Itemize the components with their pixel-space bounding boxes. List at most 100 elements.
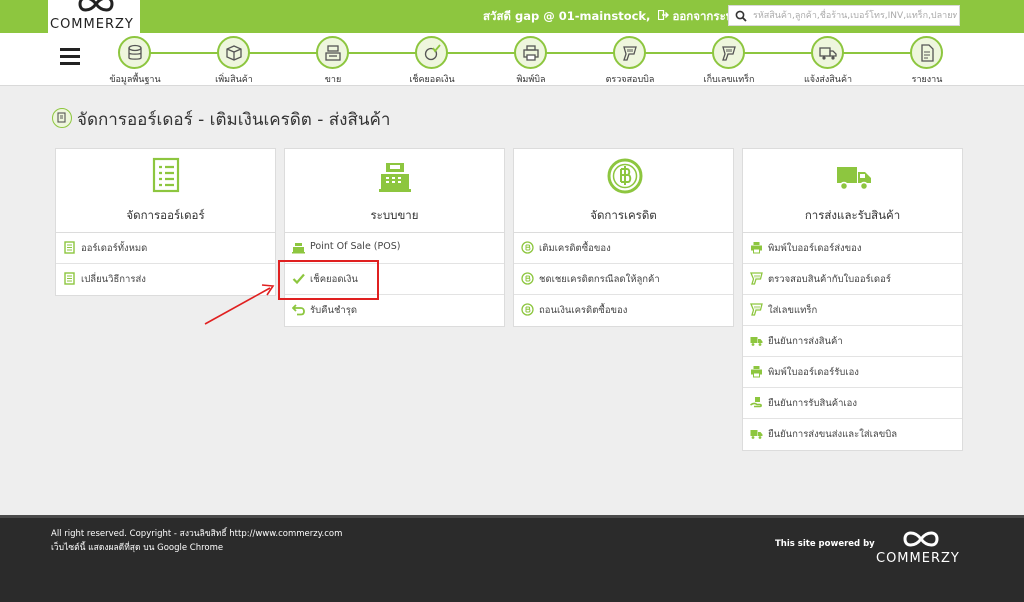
- cash-register-icon: [379, 163, 411, 192]
- cash-register-icon: [292, 243, 305, 254]
- document-list-icon: [152, 157, 180, 193]
- nav-label: รายงาน: [911, 75, 943, 85]
- truck-icon: [819, 47, 837, 60]
- truck-icon: [837, 167, 871, 191]
- copyright-text: All right reserved. Copyright - สงวนลิขส…: [51, 529, 343, 539]
- card-row-label: ยืนยันการส่งสินค้า: [768, 336, 843, 347]
- card-row-topup-credit[interactable]: เติมเครดิตซื้อของ: [514, 233, 733, 264]
- nav-label: เก็บเลขแทร็ก: [703, 75, 755, 85]
- barcode-scanner-icon: [623, 46, 637, 61]
- page-title: จัดการออร์เดอร์ - เติมเงินเครดิต - ส่งสิ…: [77, 110, 391, 130]
- truck-icon: [750, 430, 763, 439]
- card-row-label: ใส่เลขแทร็ก: [768, 305, 818, 316]
- money-check-icon: [424, 44, 441, 61]
- user-greeting: สวัสดี gap @ 01-mainstock, ออกจากระบบ: [483, 8, 740, 26]
- main-nav: ข้อมูลพื้นฐาน เพิ่มสินค้า ขาย เช็คยอดเงิ…: [0, 33, 1024, 86]
- card-row-label: ถอนเงินเครดิตซื้อของ: [539, 305, 628, 316]
- baht-coin-icon: [521, 241, 534, 254]
- barcode-scanner-icon: [750, 303, 763, 316]
- nav-label: ข้อมูลพื้นฐาน: [109, 75, 161, 85]
- footer-logo[interactable]: COMMERZY: [876, 528, 966, 568]
- footer-logo-text: COMMERZY: [876, 551, 960, 566]
- card-sales-system: ระบบขาย Point Of Sale (POS) เช็คยอดเงิน …: [284, 148, 505, 327]
- barcode-scanner-icon: [750, 272, 763, 285]
- card-order-management: จัดการออร์เดอร์ ออร์เดอร์ทั้งหมด เปลี่ยน…: [55, 148, 276, 296]
- baht-coin-icon: [607, 158, 643, 194]
- card-row-compensate-credit[interactable]: ชดเชยเครดิตกรณีลดให้ลูกค้า: [514, 264, 733, 295]
- powered-by-text: This site powered by: [775, 539, 875, 549]
- card-row-label: พิมพ์ใบออร์เดอร์ส่งของ: [768, 243, 862, 254]
- nav-item-verify-bill[interactable]: ตรวจสอบบิล: [590, 36, 670, 86]
- card-row-enter-tracking[interactable]: ใส่เลขแทร็ก: [743, 295, 962, 326]
- baht-coin-icon: [521, 272, 534, 285]
- return-icon: [292, 304, 305, 316]
- search-icon: [735, 10, 747, 22]
- card-title: ระบบขาย: [370, 208, 419, 222]
- card-row-withdraw-credit[interactable]: ถอนเงินเครดิตซื้อของ: [514, 295, 733, 326]
- footer: All right reserved. Copyright - สงวนลิขส…: [0, 515, 1024, 602]
- card-row-label: เติมเครดิตซื้อของ: [539, 243, 611, 254]
- nav-item-sell[interactable]: ขาย: [293, 36, 373, 86]
- infinity-logo-icon: [78, 0, 114, 12]
- card-shipping-receiving: การส่งและรับสินค้า พิมพ์ใบออร์เดอร์ส่งขอ…: [742, 148, 963, 451]
- logo[interactable]: COMMERZY: [48, 0, 140, 33]
- card-row-label: ออร์เดอร์ทั้งหมด: [81, 243, 148, 254]
- card-row-verify-products[interactable]: ตรวจสอบสินค้ากับใบออร์เดอร์: [743, 264, 962, 295]
- nav-label: เช็คยอดเงิน: [409, 75, 455, 85]
- infinity-logo-icon: [903, 531, 939, 547]
- card-row-confirm-carrier-bill[interactable]: ยืนยันการส่งขนส่งและใส่เลขบิล: [743, 419, 962, 450]
- card-row-confirm-self-pickup[interactable]: ยืนยันการรับสินค้าเอง: [743, 388, 962, 419]
- card-row-print-shipping-order[interactable]: พิมพ์ใบออร์เดอร์ส่งของ: [743, 233, 962, 264]
- nav-label: พิมพ์บิล: [516, 75, 546, 85]
- card-row-print-pickup-order[interactable]: พิมพ์ใบออร์เดอร์รับเอง: [743, 357, 962, 388]
- cash-register-icon: [325, 45, 341, 61]
- nav-item-report[interactable]: รายงาน: [887, 36, 967, 86]
- nav-item-notify-shipping[interactable]: แจ้งส่งสินค้า: [788, 36, 868, 86]
- card-title: การส่งและรับสินค้า: [804, 208, 901, 222]
- card-row-label: ยืนยันการส่งขนส่งและใส่เลขบิล: [768, 429, 898, 440]
- hand-box-icon: [750, 397, 762, 408]
- document-icon: [64, 272, 75, 285]
- menu-icon[interactable]: [60, 48, 80, 66]
- printer-icon: [751, 242, 762, 254]
- card-row-label: ยืนยันการรับสินค้าเอง: [768, 398, 858, 409]
- database-icon: [128, 44, 142, 60]
- highlight-box: [278, 260, 379, 300]
- footer-copyright: All right reserved. Copyright - สงวนลิขส…: [51, 527, 342, 555]
- logout-icon[interactable]: [658, 10, 670, 20]
- browser-note: เว็บไซต์นี้ แสดงผลดีที่สุด บน Google Chr…: [51, 543, 224, 553]
- search-input[interactable]: [753, 6, 957, 25]
- top-bar: COMMERZY สวัสดี gap @ 01-mainstock, ออกจ…: [0, 0, 1024, 33]
- annotation-arrow-icon: [204, 284, 275, 325]
- barcode-scanner-icon: [722, 46, 736, 61]
- nav-label: แจ้งส่งสินค้า: [803, 75, 853, 85]
- card-row-label: Point Of Sale (POS): [310, 241, 401, 252]
- nav-item-add-product[interactable]: เพิ่มสินค้า: [194, 36, 274, 86]
- card-credit-management: จัดการเครดิต เติมเครดิตซื้อของ ชดเชยเครด…: [513, 148, 734, 327]
- greeting-text: สวัสดี gap @ 01-mainstock,: [483, 9, 651, 23]
- card-row-label: พิมพ์ใบออร์เดอร์รับเอง: [768, 367, 859, 378]
- page-title-icon: [52, 108, 72, 128]
- printer-icon: [523, 45, 539, 61]
- nav-label: ขาย: [324, 75, 342, 85]
- printer-icon: [751, 366, 762, 378]
- truck-icon: [750, 337, 763, 346]
- document-icon: [64, 241, 75, 254]
- card-row-all-orders[interactable]: ออร์เดอร์ทั้งหมด: [56, 233, 275, 264]
- card-title: จัดการเครดิต: [590, 208, 657, 222]
- nav-item-print-bill[interactable]: พิมพ์บิล: [491, 36, 571, 86]
- box-icon: [226, 45, 242, 61]
- card-row-label: ชดเชยเครดิตกรณีลดให้ลูกค้า: [539, 274, 660, 285]
- card-row-label: ตรวจสอบสินค้ากับใบออร์เดอร์: [768, 274, 891, 285]
- nav-item-check-balance[interactable]: เช็คยอดเงิน: [392, 36, 472, 86]
- baht-coin-icon: [521, 303, 534, 316]
- card-row-label: รับคืนชำรุด: [310, 305, 358, 316]
- card-row-label: เปลี่ยนวิธีการส่ง: [81, 274, 146, 285]
- nav-label: ตรวจสอบบิล: [605, 75, 655, 85]
- card-title: จัดการออร์เดอร์: [126, 208, 205, 222]
- nav-item-basic-data[interactable]: ข้อมูลพื้นฐาน: [95, 36, 175, 86]
- search-box[interactable]: [728, 5, 960, 26]
- card-row-confirm-shipping[interactable]: ยืนยันการส่งสินค้า: [743, 326, 962, 357]
- nav-item-tracking-number[interactable]: เก็บเลขแทร็ก: [689, 36, 769, 86]
- report-icon: [921, 44, 934, 62]
